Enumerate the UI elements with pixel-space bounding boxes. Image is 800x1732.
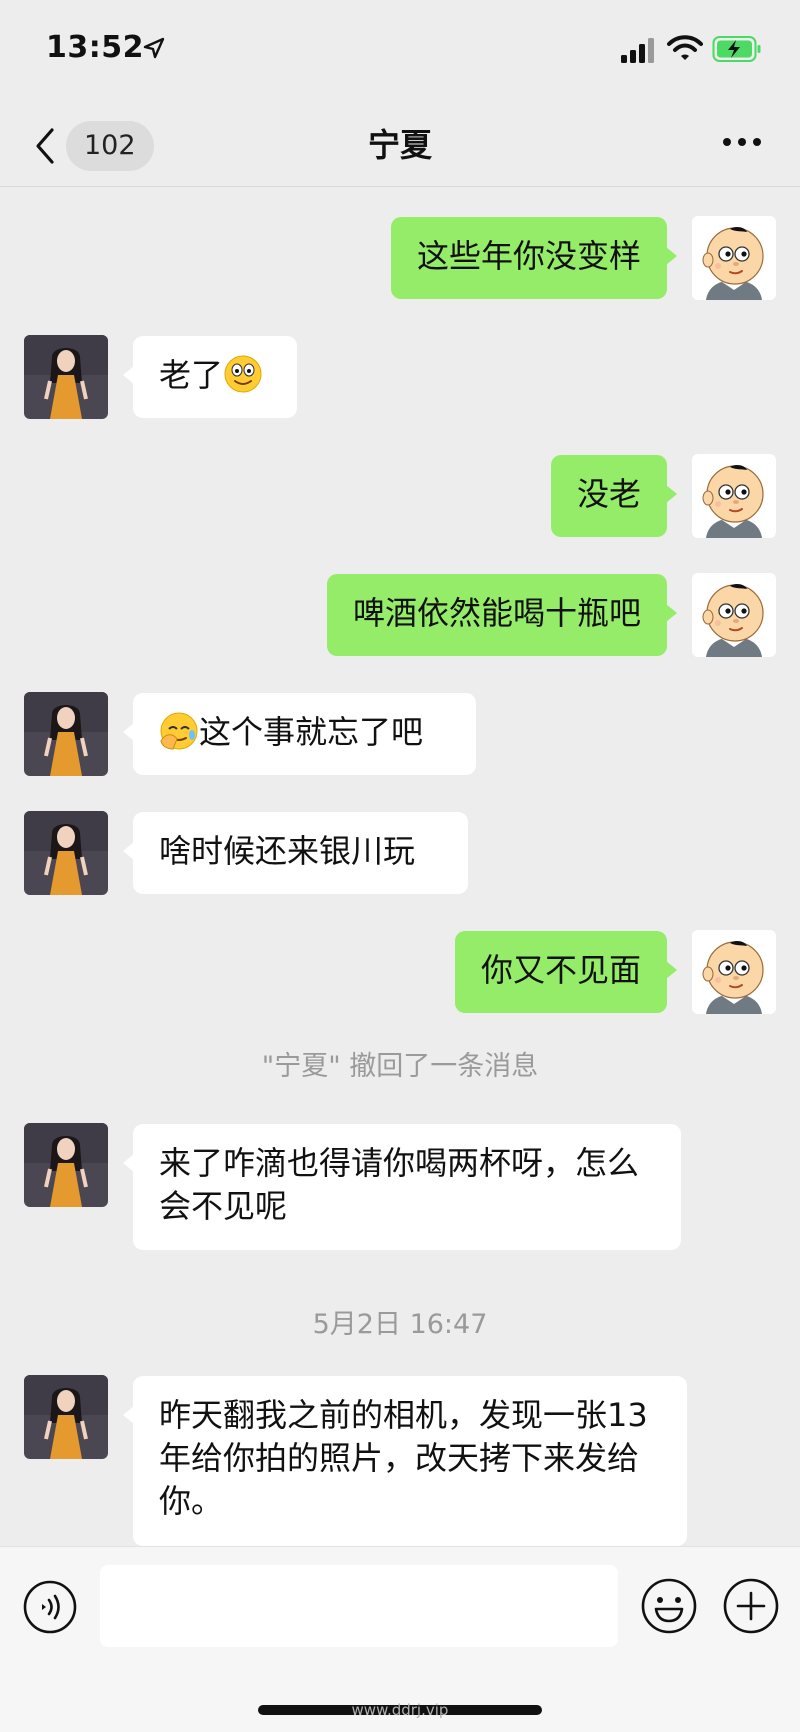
emoji-icon[interactable] (640, 1577, 698, 1635)
more-icon[interactable] (722, 134, 762, 150)
my-avatar[interactable] (692, 216, 776, 300)
input-bar: www.ddrj.vip (0, 1546, 800, 1732)
message-text: 这个事就忘了吧 (199, 713, 424, 751)
message-text: 这些年你没变样 (416, 237, 641, 275)
contact-avatar[interactable] (24, 1123, 108, 1207)
signal-icon (621, 38, 654, 63)
message-bubble[interactable]: 这个事就忘了吧 (123, 693, 476, 775)
location-arrow-icon (143, 37, 165, 59)
message-bubble[interactable]: 啤酒依然能喝十瓶吧 (326, 574, 678, 656)
chevron-left-icon (36, 128, 54, 164)
contact-avatar[interactable] (24, 335, 108, 419)
message-bubble[interactable]: 老了 (123, 336, 297, 418)
message-bubble[interactable]: 没老 (550, 455, 678, 537)
contact-avatar[interactable] (24, 811, 108, 895)
smile-emoji-icon (224, 355, 262, 393)
watermark: www.ddrj.vip (351, 1701, 449, 1719)
my-avatar[interactable] (692, 573, 776, 657)
wifi-icon (667, 35, 703, 60)
message-bubble[interactable]: 来了咋滴也得请你喝两杯呀，怎么会不见呢 (123, 1124, 681, 1250)
my-avatar[interactable] (692, 454, 776, 538)
message-bubble[interactable]: 啥时候还来银川玩 (123, 812, 468, 894)
message-bubble[interactable]: 这些年你没变样 (390, 217, 678, 299)
timestamp: 5月2日 16:47 (312, 1309, 488, 1340)
message-text: 昨天翻我之前的相机，发现一张13年给你拍的照片，改天拷下来发给你。 (159, 1396, 648, 1520)
status-time: 13:52 (46, 30, 144, 65)
status-bar: 13:52 (0, 0, 800, 100)
battery-charging-icon (712, 36, 761, 62)
back-button[interactable]: 102 (30, 120, 154, 172)
message-text: 来了咋滴也得请你喝两杯呀，怎么会不见呢 (159, 1144, 640, 1225)
my-avatar[interactable] (692, 930, 776, 1014)
message-text: 你又不见面 (480, 951, 641, 989)
unread-count-badge: 102 (66, 121, 154, 171)
facepalm-emoji-icon (160, 712, 198, 750)
chat-nav-bar: 102 宁夏 (0, 100, 800, 187)
message-input[interactable] (100, 1565, 618, 1647)
message-bubble[interactable]: 你又不见面 (454, 931, 678, 1013)
message-text: 啥时候还来银川玩 (159, 832, 416, 870)
recall-notice: "宁夏" 撤回了一条消息 (261, 1051, 539, 1082)
message-text: 老了 (159, 356, 224, 394)
message-text: 没老 (576, 475, 641, 513)
contact-avatar[interactable] (24, 692, 108, 776)
voice-icon[interactable] (22, 1579, 78, 1635)
plus-icon[interactable] (722, 1577, 780, 1635)
contact-avatar[interactable] (24, 1375, 108, 1459)
message-text: 啤酒依然能喝十瓶吧 (352, 594, 641, 632)
message-bubble[interactable]: 昨天翻我之前的相机，发现一张13年给你拍的照片，改天拷下来发给你。 (123, 1376, 687, 1546)
